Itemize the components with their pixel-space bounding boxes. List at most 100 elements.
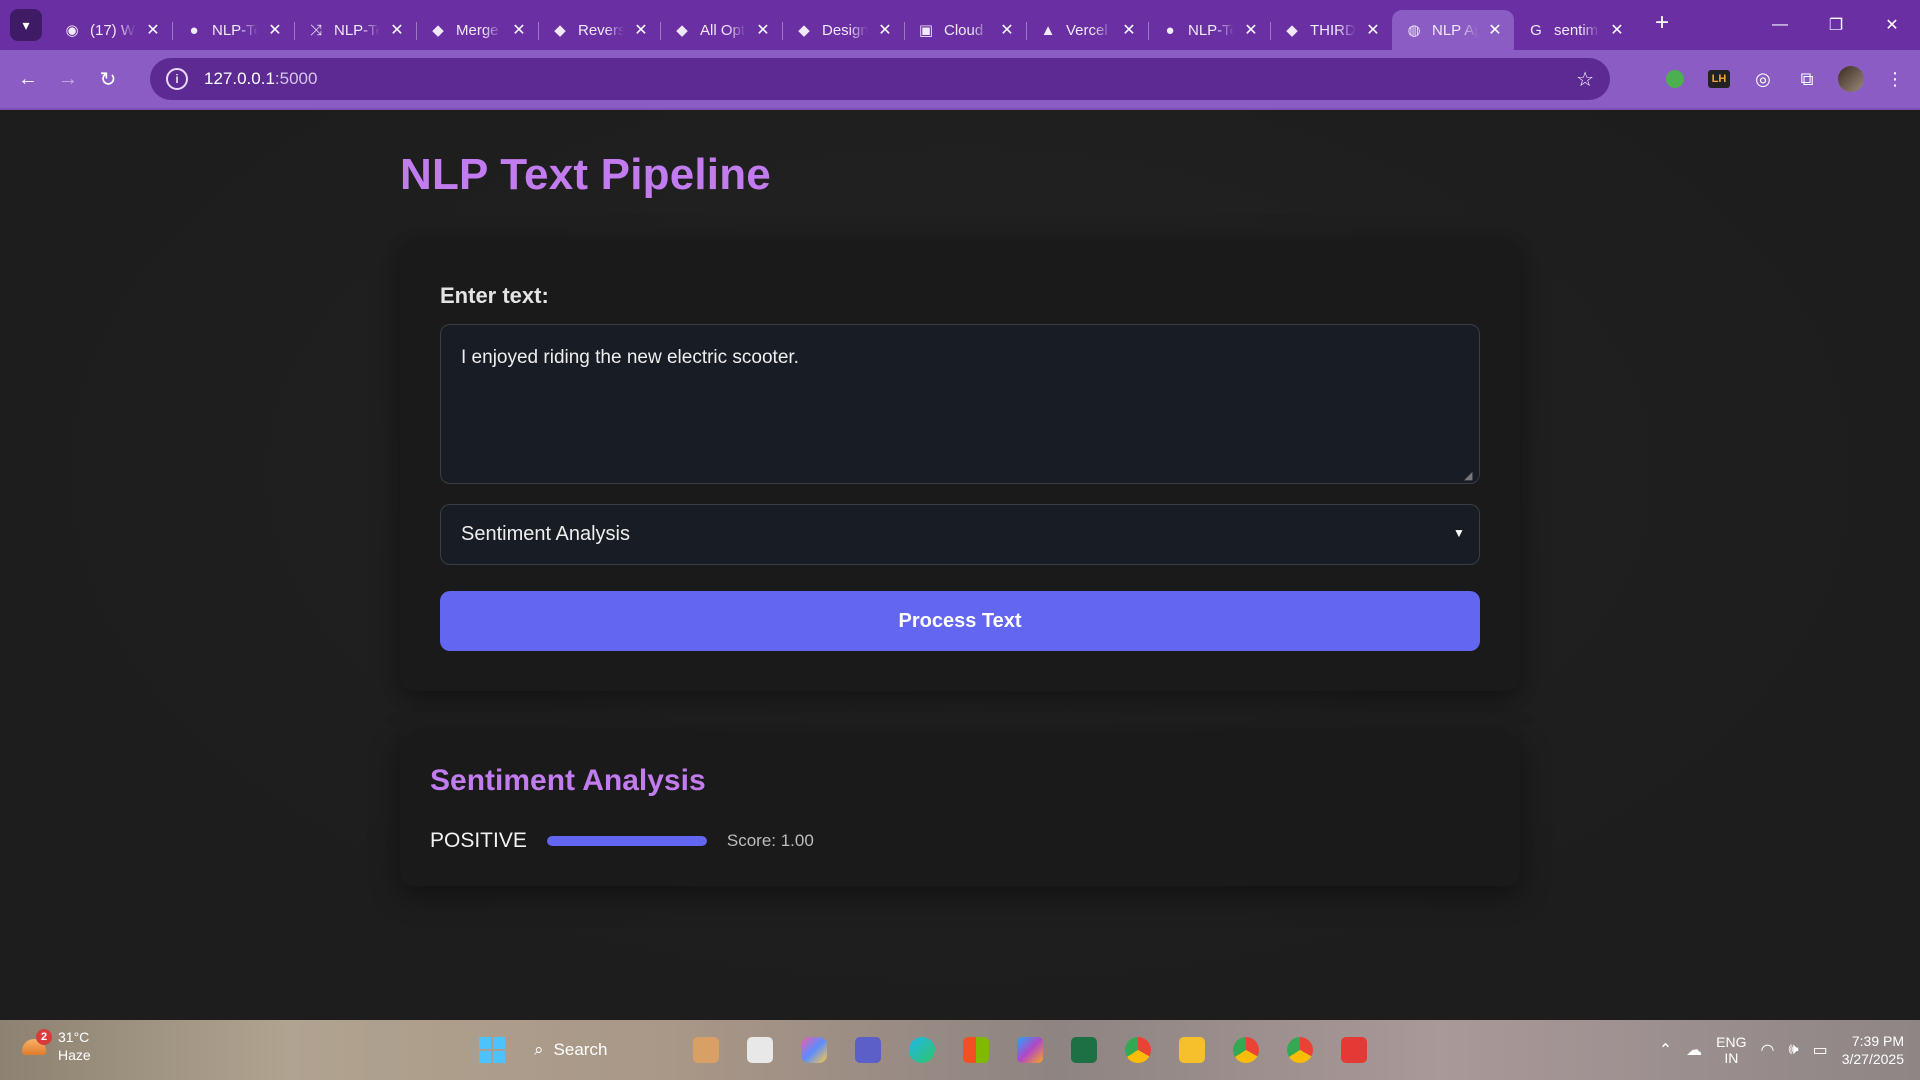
language-indicator[interactable]: ENG IN — [1716, 1034, 1746, 1066]
start-windows-icon[interactable] — [470, 1028, 514, 1072]
tab-title: NLP-Text-Pipeline — [334, 21, 380, 39]
tab-title: THIRD — [1310, 21, 1356, 39]
cloud-app-icon: ▣ — [918, 22, 934, 39]
tab-title: Reverse — [578, 21, 624, 39]
clock[interactable]: 7:39 PM 3/27/2025 — [1842, 1032, 1904, 1068]
reload-button[interactable]: ↻ — [88, 59, 128, 99]
text-input[interactable]: I enjoyed riding the new electric scoote… — [440, 324, 1480, 484]
weather-badge: 2 — [36, 1029, 52, 1045]
task-select-value: Sentiment Analysis — [461, 523, 630, 545]
tab-close-icon[interactable]: ✕ — [266, 21, 284, 39]
tab-close-icon[interactable]: ✕ — [1242, 21, 1260, 39]
browser-tab[interactable]: ◉ (17) WhatsApp ✕ — [50, 10, 172, 50]
battery-icon[interactable]: ▭ — [1813, 1040, 1828, 1060]
store-icon[interactable] — [954, 1028, 998, 1072]
url-host: 127.0.0.1 — [204, 69, 275, 88]
extensions-puzzle-icon[interactable]: ⧉ — [1792, 64, 1822, 94]
excel-icon[interactable] — [1062, 1028, 1106, 1072]
resize-grip-icon[interactable]: ◢ — [1464, 469, 1476, 482]
browser-tab[interactable]: ◆ Design ✕ — [782, 10, 904, 50]
forward-button[interactable]: → — [48, 59, 88, 99]
result-card: Sentiment Analysis POSITIVE Score: 1.00 — [400, 732, 1520, 886]
browser-tab[interactable]: ▲ Vercel ✕ — [1026, 10, 1148, 50]
minimize-button[interactable]: — — [1752, 0, 1808, 50]
browser-tab[interactable]: ● NLP-Text-Pipeline ✕ — [1148, 10, 1270, 50]
tab-close-icon[interactable]: ✕ — [1364, 21, 1382, 39]
browser-menu-icon[interactable]: ⋮ — [1880, 64, 1910, 94]
target-extension-icon[interactable]: ◎ — [1748, 64, 1778, 94]
tab-close-icon[interactable]: ✕ — [1120, 21, 1138, 39]
tab-title: Vercel — [1066, 21, 1108, 39]
chevron-up-icon[interactable]: ⌃ — [1659, 1040, 1672, 1060]
chevron-down-icon: ▾ — [22, 16, 30, 33]
tab-close-icon[interactable]: ✕ — [754, 21, 772, 39]
copilot-icon[interactable] — [792, 1028, 836, 1072]
task-view-icon[interactable] — [738, 1028, 782, 1072]
browser-tab[interactable]: ⤨ NLP-Text-Pipeline ✕ — [294, 10, 416, 50]
onedrive-error-icon[interactable]: ☁ — [1686, 1040, 1702, 1060]
bookmark-star-icon[interactable]: ☆ — [1576, 67, 1594, 92]
tab-close-icon[interactable]: ✕ — [144, 21, 162, 39]
browser-tab[interactable]: ◆ Merge ✕ — [416, 10, 538, 50]
restore-button[interactable]: ❐ — [1808, 0, 1864, 50]
browser-tab[interactable]: ▣ Cloud ✕ — [904, 10, 1026, 50]
m365-icon[interactable] — [1008, 1028, 1052, 1072]
edge-icon[interactable] — [900, 1028, 944, 1072]
extension-green-icon[interactable] — [1660, 64, 1690, 94]
wifi-icon[interactable]: ◠ — [1761, 1040, 1775, 1060]
app-icon: ◆ — [432, 22, 444, 39]
reload-icon: ↻ — [99, 68, 117, 91]
merge-error-icon: ⤨ — [309, 21, 322, 39]
browser-tab[interactable]: ◆ All Options ✕ — [660, 10, 782, 50]
tab-close-icon[interactable]: ✕ — [1608, 21, 1626, 39]
tab-title: NLP-Text-Pipeline — [212, 21, 258, 39]
browser-tab[interactable]: ◆ THIRD ✕ — [1270, 10, 1392, 50]
github-icon: ● — [189, 21, 199, 39]
tab-title: Cloud — [944, 21, 984, 39]
process-text-button[interactable]: Process Text — [440, 591, 1480, 651]
browser-tab-strip: ▾ ◉ (17) WhatsApp ✕ ● NLP-Text-Pipeline ✕ ⤨ NLP… — [0, 0, 1920, 50]
weather-widget[interactable]: 2 31°C Haze — [20, 1028, 91, 1064]
task-select[interactable]: Sentiment Analysis ▼ — [440, 504, 1480, 565]
file-explorer-icon[interactable] — [1170, 1028, 1214, 1072]
pdf-app-icon[interactable] — [1332, 1028, 1376, 1072]
volume-icon[interactable]: 🕪 — [1788, 1041, 1798, 1059]
url-text[interactable]: 127.0.0.1:5000 — [204, 69, 317, 89]
chrome-profile-2-icon[interactable] — [1278, 1028, 1322, 1072]
arrow-left-icon: ← — [18, 67, 38, 90]
windows-taskbar: 2 31°C Haze ⌕ Search ⌃ ☁ ENG IN ◠ 🕪 ▭ 7:… — [0, 1020, 1920, 1080]
teams-icon[interactable] — [846, 1028, 890, 1072]
new-tab-button[interactable]: + — [1646, 7, 1678, 39]
weather-temp: 31°C — [58, 1029, 90, 1045]
score-bar — [546, 836, 707, 846]
close-window-button[interactable]: ✕ — [1864, 0, 1920, 50]
tab-close-icon[interactable]: ✕ — [510, 21, 528, 39]
page-content: NLP Text Pipeline Enter text: I enjoyed … — [0, 110, 1920, 1020]
tab-close-icon[interactable]: ✕ — [876, 21, 894, 39]
address-bar[interactable]: i 127.0.0.1:5000 ☆ — [150, 58, 1610, 100]
back-button[interactable]: ← — [8, 59, 48, 99]
lang-top: ENG — [1716, 1034, 1747, 1050]
site-info-icon[interactable]: i — [166, 68, 188, 90]
tab-close-icon[interactable]: ✕ — [388, 21, 406, 39]
profile-avatar[interactable] — [1836, 64, 1866, 94]
sentiment-result-row: POSITIVE Score: 1.00 — [430, 826, 814, 856]
browser-tab[interactable]: ● NLP-Text-Pipeline ✕ — [172, 10, 294, 50]
widget-app-icon[interactable] — [684, 1028, 728, 1072]
score-text: Score: 1.00 — [726, 831, 814, 850]
taskbar-search[interactable]: ⌕ Search — [524, 1030, 674, 1070]
chrome-icon[interactable] — [1116, 1028, 1160, 1072]
browser-tab[interactable]: ◍ NLP App ✕ — [1392, 10, 1514, 50]
globe-icon: ◍ — [1407, 22, 1421, 39]
tab-close-icon[interactable]: ✕ — [998, 21, 1016, 39]
chrome-profile-icon[interactable] — [1224, 1028, 1268, 1072]
text-input-label: Enter text: — [440, 283, 549, 308]
tab-close-icon[interactable]: ✕ — [1486, 21, 1504, 39]
browser-tab[interactable]: Gsentiment ✕ — [1514, 10, 1636, 50]
tab-close-icon[interactable]: ✕ — [632, 21, 650, 39]
tab-title: All Options — [700, 21, 746, 39]
app-icon: ◆ — [676, 22, 688, 39]
tab-search-button[interactable]: ▾ — [10, 9, 42, 41]
browser-tab[interactable]: ◆ Reverse ✕ — [538, 10, 660, 50]
lighthouse-extension-icon[interactable]: LH — [1704, 64, 1734, 94]
